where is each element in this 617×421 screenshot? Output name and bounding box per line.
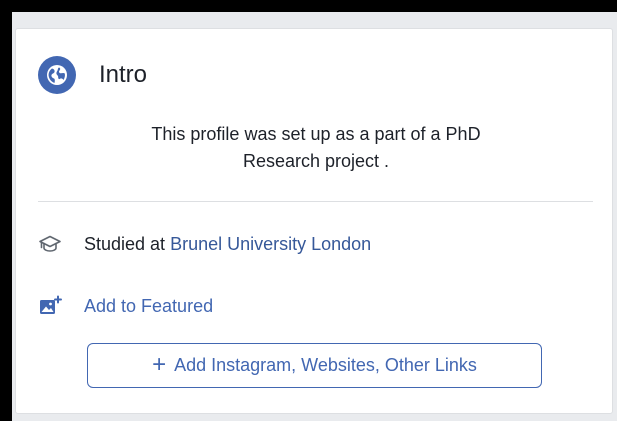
bio-line-1: This profile was set up as a part of a P… [151,124,481,144]
divider [38,201,593,202]
add-featured-row[interactable]: Add to Featured [38,294,213,318]
school-link[interactable]: Brunel University London [170,234,371,254]
education-prefix: Studied at [84,233,166,254]
add-links-label: Add Instagram, Websites, Other Links [174,355,477,375]
globe-icon [38,56,76,94]
intro-title: Intro [99,61,148,88]
intro-header: Intro [38,56,147,94]
add-featured-link[interactable]: Add to Featured [84,296,213,317]
intro-bio: This profile was set up as a part of a P… [56,121,576,175]
graduation-cap-icon [38,232,62,256]
intro-card: Intro This profile was set up as a part … [15,28,613,414]
add-photo-icon [38,294,62,318]
add-links-button[interactable]: + Add Instagram, Websites, Other Links [87,343,542,388]
education-row: Studied at Brunel University London [38,232,371,256]
education-text: Studied at Brunel University London [84,234,371,255]
plus-icon: + [152,350,167,378]
bio-line-2: Research project . [242,151,390,171]
page-frame: Intro This profile was set up as a part … [12,12,617,421]
